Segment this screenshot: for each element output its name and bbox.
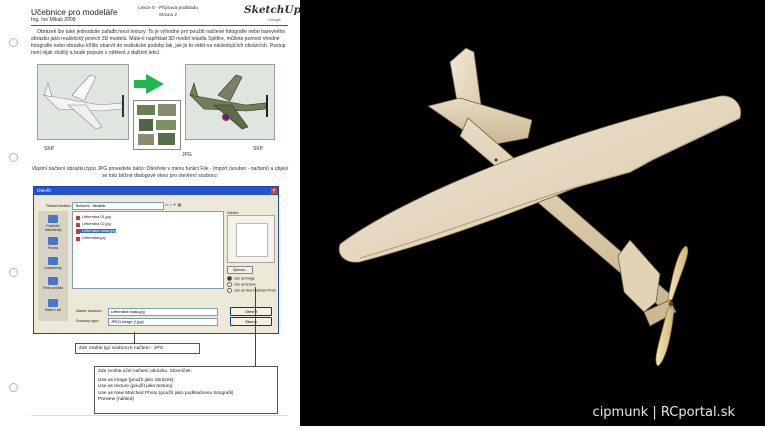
radio-use-as-image[interactable]: Use as image xyxy=(227,276,255,281)
place-computer[interactable]: Tento počítač xyxy=(40,277,66,290)
camo-spitfire-icon xyxy=(189,74,268,130)
desktop-icon xyxy=(48,237,58,245)
cancel-button[interactable]: Storno xyxy=(230,317,272,326)
look-in-label: Oblast hledání: xyxy=(46,204,72,208)
radio-use-as-texture[interactable]: Use as texture xyxy=(227,282,256,287)
radio-use-as-matched-photo[interactable]: Use as New Matched Photo xyxy=(227,288,276,293)
file-item[interactable]: Letterraba 02.jpg xyxy=(76,222,111,227)
caption-skp-left: SKP xyxy=(44,146,55,152)
filename-label: Název souboru: xyxy=(76,309,103,313)
close-icon[interactable]: × xyxy=(271,188,277,194)
file-item[interactable]: Letterraba.jpg xyxy=(76,236,105,241)
open-file-dialog: Otevřít × Oblast hledání: Textures - tik… xyxy=(33,186,279,334)
caption-jpg: JPG xyxy=(182,152,192,158)
texture-image xyxy=(133,100,181,150)
import-paragraph: Vlastní načtení obrázku typu JPG provede… xyxy=(31,166,289,179)
computer-icon xyxy=(48,277,58,285)
camo-plane-image xyxy=(185,64,275,140)
documents-icon xyxy=(48,257,58,265)
sketchup-logo: SketchUp xyxy=(244,4,301,16)
binder-hole xyxy=(9,383,18,392)
green-arrow-icon xyxy=(146,74,164,94)
place-documents[interactable]: Dokumenty xyxy=(40,257,66,270)
filetype-label: Soubory typu: xyxy=(76,319,100,323)
preview-pane xyxy=(227,215,275,263)
model-viewport[interactable]: cipmunk | RCportal.sk xyxy=(300,0,765,426)
open-button[interactable]: Otevřít xyxy=(230,307,272,316)
lesson-title: Lekce 5 - Příprava podkladu xyxy=(138,6,198,11)
callout-connector xyxy=(255,287,256,366)
preview-thumbnail xyxy=(236,223,268,257)
binder-hole xyxy=(9,38,18,47)
options-button[interactable]: Options... xyxy=(227,266,253,274)
file-list[interactable]: Letterraba 01.jpg Letterraba 02.jpg Lett… xyxy=(72,211,224,289)
place-desktop[interactable]: Plocha xyxy=(40,237,66,250)
file-item-selected[interactable]: Letterraba mass.jpg xyxy=(76,229,116,234)
white-spitfire-icon xyxy=(43,74,124,130)
file-item[interactable]: Letterraba 01.jpg xyxy=(76,215,111,220)
callout-line: Preview (náhled) xyxy=(98,396,134,402)
dialog-titlebar: Otevřít × xyxy=(34,187,278,195)
caption-skp-right: SKP xyxy=(253,146,264,152)
camouflage-texture-icon xyxy=(137,104,176,145)
dialog-title: Otevřít xyxy=(37,188,51,193)
callout-connector xyxy=(134,332,135,343)
balsa-plane-model xyxy=(338,47,742,367)
radio-dot-icon xyxy=(227,288,232,293)
radio-dot-icon xyxy=(227,276,232,281)
filetype-dropdown[interactable]: JPEG Image (*.jpg) xyxy=(108,318,218,326)
google-logo-text: Google xyxy=(268,17,281,22)
look-in-dropdown[interactable]: Textures - tiktaktik xyxy=(72,202,164,210)
tutorial-page: Učebnice pro modeláře Ing. Ivo Mikali 20… xyxy=(0,0,301,426)
place-network[interactable]: Místa v síti xyxy=(40,299,66,312)
radio-dot-icon xyxy=(227,282,232,287)
watermark-text: cipmunk | RCportal.sk xyxy=(592,405,735,420)
page-bottom-rule xyxy=(31,415,288,416)
arrow-shaft xyxy=(134,80,146,88)
dialog-toolbar-icons[interactable]: ⇦ ⌂ ✦ ▦ xyxy=(165,202,181,207)
filename-input[interactable]: Letterraba mass.jpg xyxy=(108,308,218,316)
page-title: Učebnice pro modeláře xyxy=(31,7,118,17)
recent-documents-icon xyxy=(48,215,58,223)
binder-hole xyxy=(9,268,18,277)
places-bar: Poslední dokumenty Plocha Dokumenty Tent… xyxy=(38,211,68,321)
lesson-header: Lekce 5 - Příprava podkladu Strana 2 xyxy=(118,5,218,19)
filetype-callout: Zde zvolíte typ souboru k načtení - JPG xyxy=(75,343,200,354)
lesson-page-number: Strana 2 xyxy=(158,13,178,18)
header-divider xyxy=(31,25,288,26)
intro-paragraph: Obrázek lze také jednoduše zařadit mezi … xyxy=(31,29,286,56)
binder-hole xyxy=(9,153,18,162)
white-plane-image xyxy=(37,64,129,140)
place-recent[interactable]: Poslední dokumenty xyxy=(40,215,66,232)
page-author: Ing. Ivo Mikali 2008 xyxy=(31,17,76,23)
options-callout: Zde zvolíte účel načtení obrázku. Slovní… xyxy=(94,366,278,414)
network-icon xyxy=(48,299,58,307)
